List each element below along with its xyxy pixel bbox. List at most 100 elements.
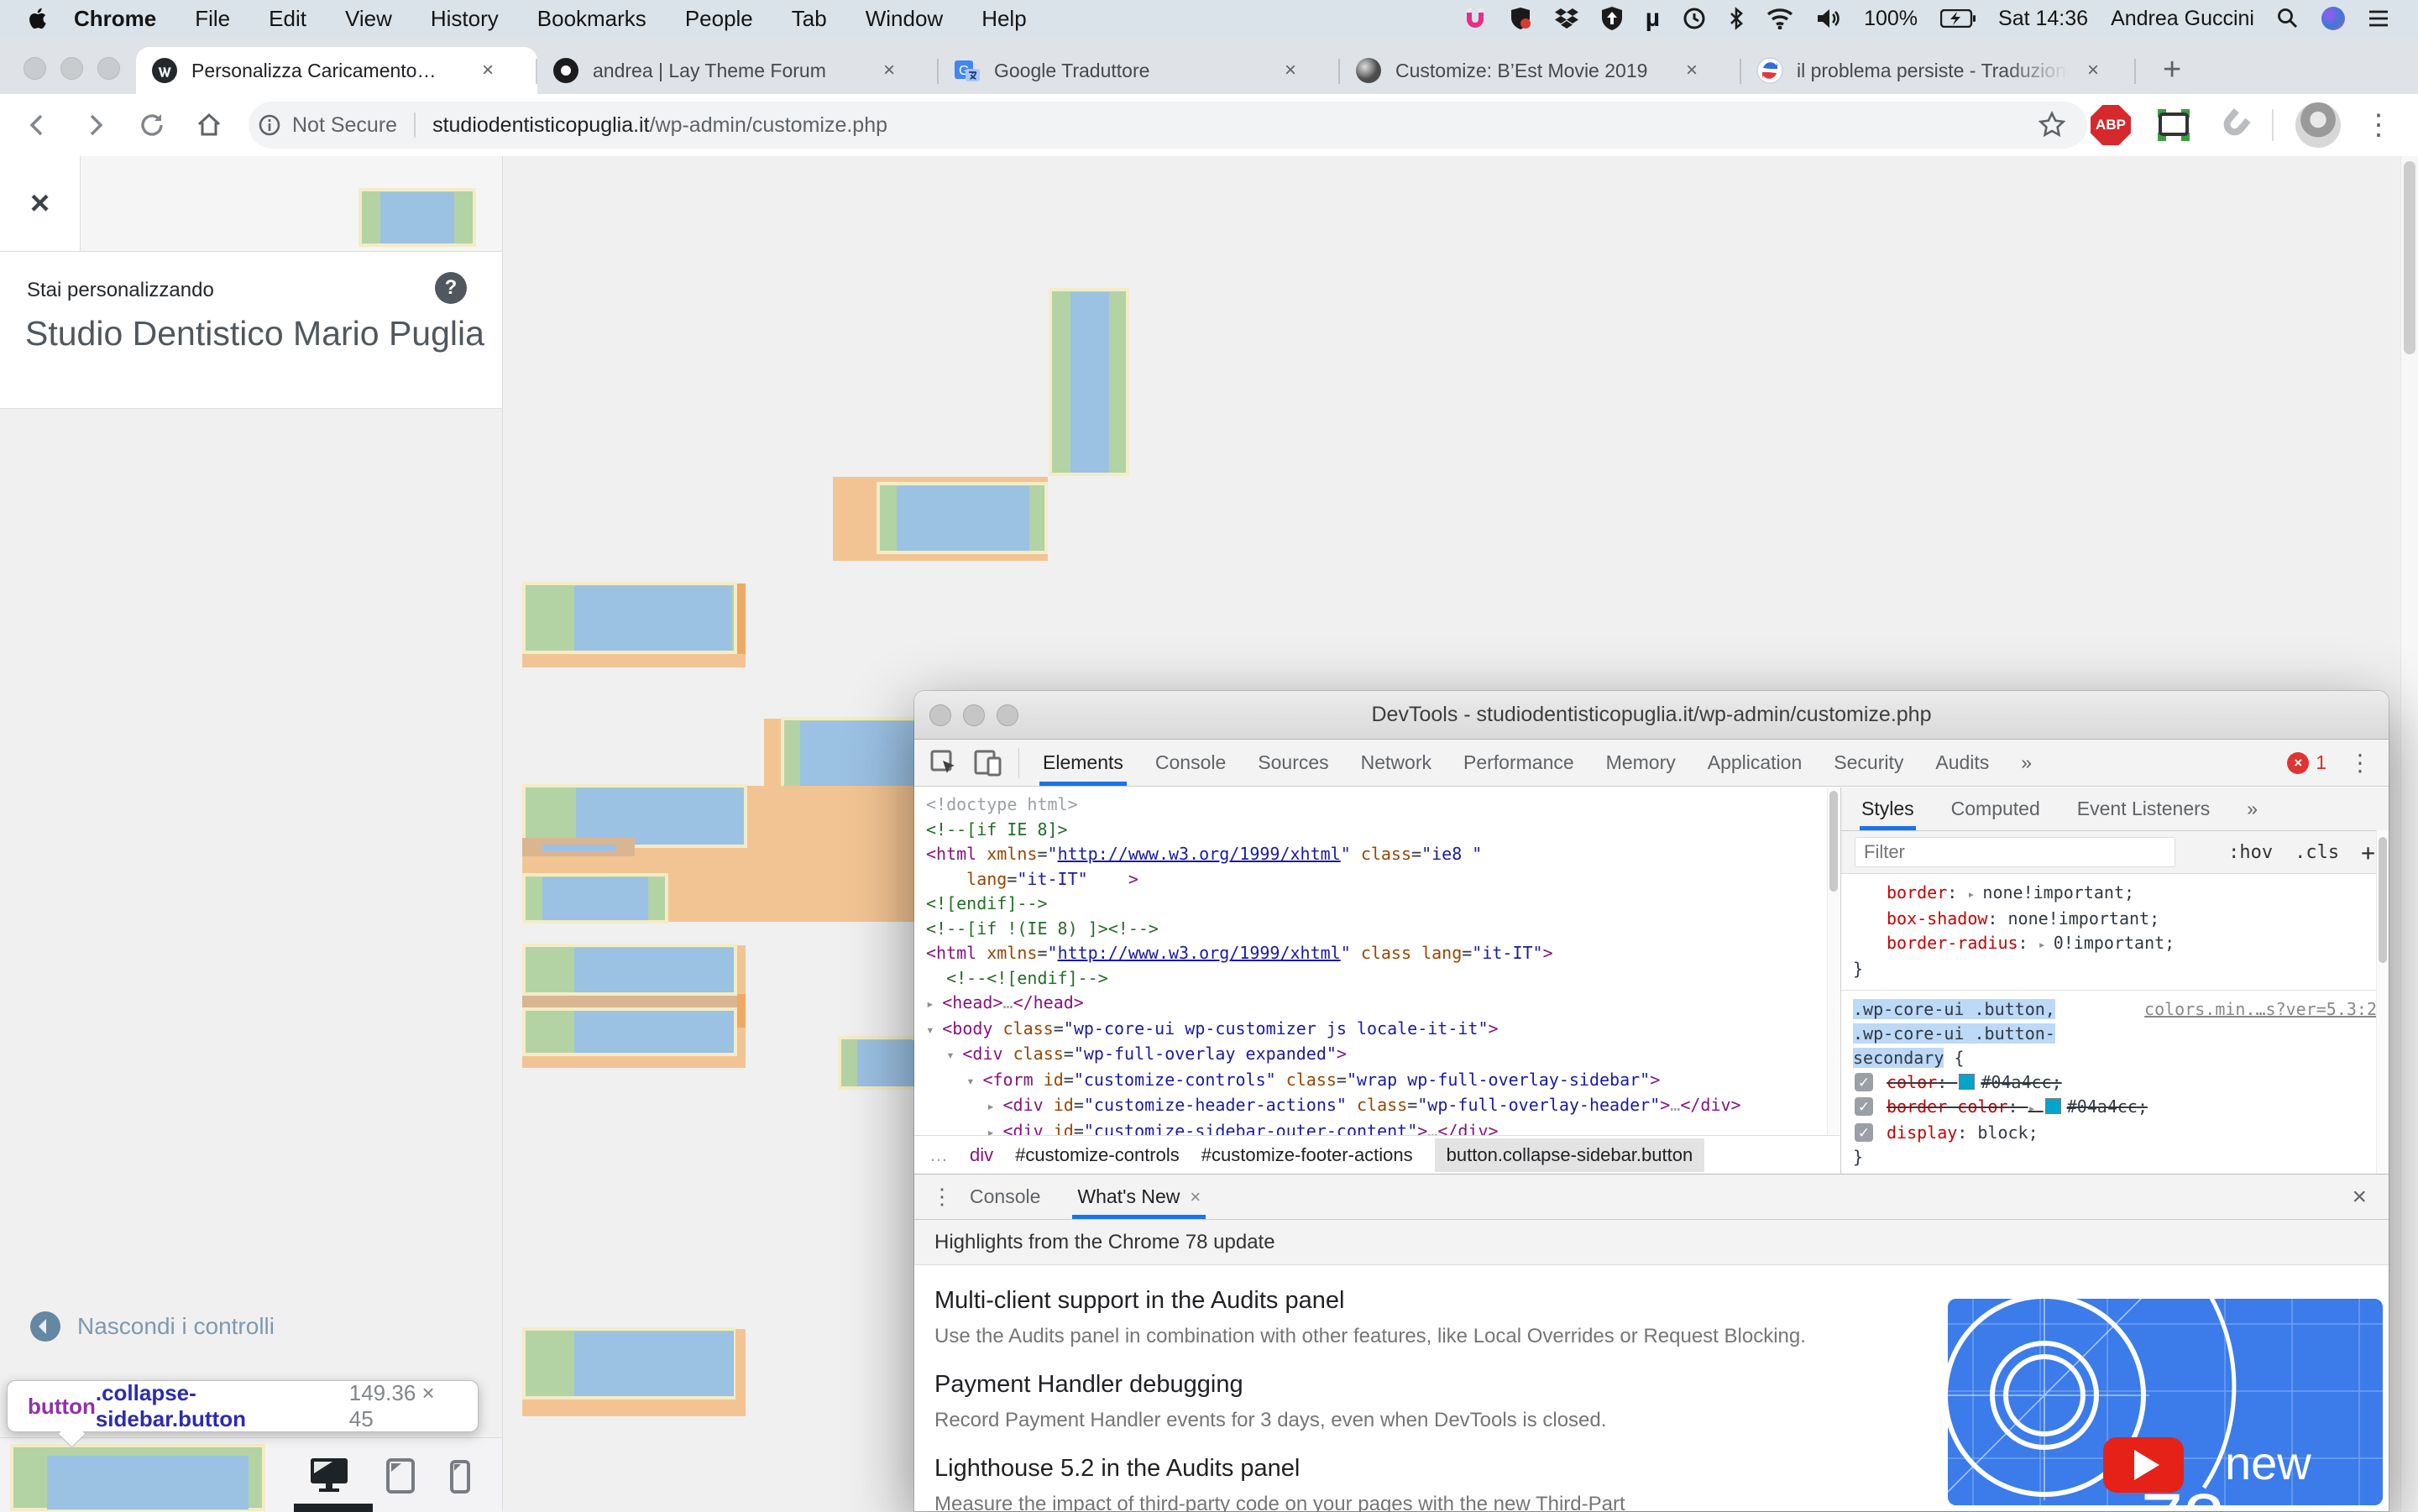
devtools-tab-application[interactable]: Application bbox=[1708, 740, 1803, 786]
devtools-title-bar[interactable]: DevTools - studiodentisticopuglia.it/wp-… bbox=[914, 691, 2389, 740]
menu-item-people[interactable]: People bbox=[685, 6, 753, 32]
devtools-tab-elements[interactable]: Elements bbox=[1039, 740, 1127, 786]
preview-tablet-icon[interactable] bbox=[386, 1458, 415, 1494]
menu-item-tab[interactable]: Tab bbox=[792, 6, 827, 32]
css-property[interactable]: box-shadow: none!important; bbox=[1853, 907, 2377, 931]
dom-tree-line[interactable]: <html xmlns="http://www.w3.org/1999/xhtm… bbox=[926, 842, 1741, 867]
color-swatch[interactable] bbox=[2044, 1098, 2061, 1114]
breadcrumb-item[interactable]: div bbox=[970, 1144, 993, 1166]
shield-upload-icon[interactable] bbox=[1601, 7, 1623, 30]
devtools-tab-audits[interactable]: Audits bbox=[1935, 740, 1989, 786]
drawer-tab-close-icon[interactable]: × bbox=[1190, 1186, 1201, 1208]
cls-toggle[interactable]: .cls bbox=[2295, 842, 2339, 863]
device-toolbar-icon[interactable] bbox=[973, 749, 1003, 777]
tab-close-icon[interactable]: × bbox=[883, 59, 895, 82]
reload-button[interactable] bbox=[133, 106, 171, 144]
siri-icon[interactable] bbox=[2321, 7, 2345, 30]
profile-avatar[interactable] bbox=[2295, 102, 2341, 148]
volume-icon[interactable] bbox=[1816, 8, 1841, 29]
dom-tree-line[interactable]: ▸ <div id="customize-header-actions" cla… bbox=[926, 1093, 1740, 1119]
apple-menu-icon[interactable] bbox=[29, 7, 49, 30]
css-rule-selected[interactable]: .wp-core-ui .button, colors.min.…s?ver=5.… bbox=[1841, 991, 2389, 1174]
dom-tree-line[interactable]: ▾ <body class="wp-core-ui wp-customizer … bbox=[926, 1017, 1741, 1043]
css-source-link[interactable]: colors.min.…s?ver=5.3:2 bbox=[2144, 997, 2377, 1022]
dropbox-icon[interactable] bbox=[1554, 8, 1578, 29]
inspect-element-icon[interactable] bbox=[929, 749, 958, 777]
screenshot-extension-icon[interactable] bbox=[2154, 106, 2193, 144]
back-button[interactable] bbox=[18, 106, 57, 144]
whats-new-item-title[interactable]: Lighthouse 5.2 in the Audits panel bbox=[934, 1455, 1942, 1483]
devtools-tab-network[interactable]: Network bbox=[1361, 740, 1431, 786]
whats-new-item-title[interactable]: Payment Handler debugging bbox=[934, 1371, 1942, 1399]
styles-tab-computed[interactable]: Computed bbox=[1951, 787, 2040, 830]
breadcrumb-item[interactable]: #customize-controls bbox=[1015, 1144, 1180, 1166]
styles-tab-[interactable]: » bbox=[2247, 787, 2258, 830]
tab-4[interactable]: Customize: B’Est Movie 2019 × bbox=[1340, 47, 1741, 94]
error-indicator[interactable]: × 1 bbox=[2287, 751, 2326, 774]
home-button[interactable] bbox=[190, 106, 228, 144]
magnet-extension-icon[interactable] bbox=[2216, 107, 2252, 143]
drawer-tab-whatsnew[interactable]: What's New × bbox=[1072, 1175, 1206, 1219]
tab-close-icon[interactable]: × bbox=[1285, 59, 1296, 82]
site-info-icon[interactable] bbox=[257, 112, 282, 138]
tab-close-icon[interactable]: × bbox=[2087, 59, 2099, 82]
collapse-sidebar-icon[interactable] bbox=[30, 1311, 60, 1342]
tab-2[interactable]: andrea | Lay Theme Forum × bbox=[537, 47, 939, 94]
styles-tab-eventlisteners[interactable]: Event Listeners bbox=[2077, 787, 2211, 830]
styles-tab-styles[interactable]: Styles bbox=[1860, 787, 1916, 830]
zoom-window-button[interactable] bbox=[97, 57, 120, 80]
notification-center-icon[interactable] bbox=[2368, 8, 2389, 29]
time-machine-icon[interactable] bbox=[1683, 7, 1706, 30]
css-property-checkbox[interactable]: ✓ bbox=[1855, 1073, 1873, 1091]
css-selector[interactable]: .wp-core-ui .button- bbox=[1853, 1022, 2377, 1046]
tab-1[interactable]: Personalizza Caricamento… × bbox=[136, 47, 537, 94]
minimize-window-button[interactable] bbox=[60, 57, 83, 80]
dom-tree-line[interactable]: ▸ <head>…</head> bbox=[926, 991, 1741, 1017]
adguard-icon[interactable] bbox=[1509, 7, 1532, 30]
close-window-button[interactable] bbox=[24, 57, 46, 80]
menu-item-history[interactable]: History bbox=[431, 6, 499, 32]
tab-close-icon[interactable]: × bbox=[1686, 59, 1698, 82]
devtools-tab-memory[interactable]: Memory bbox=[1606, 740, 1676, 786]
menu-item-window[interactable]: Window bbox=[866, 6, 943, 32]
dom-tree-line[interactable]: <![endif]--> bbox=[926, 892, 1741, 917]
menu-item-edit[interactable]: Edit bbox=[269, 6, 306, 32]
devtools-tab-[interactable]: » bbox=[2021, 740, 2032, 786]
styles-scrollbar-thumb[interactable] bbox=[2379, 837, 2387, 963]
adblock-plus-extension-icon[interactable]: ABP bbox=[2091, 105, 2131, 145]
dom-tree-line[interactable]: <!--<![endif]--> bbox=[926, 966, 1741, 991]
utorrent-icon[interactable]: µ bbox=[1646, 4, 1660, 33]
page-scrollbar[interactable] bbox=[2400, 156, 2418, 1511]
browser-menu-icon[interactable]: ⋮ bbox=[2364, 108, 2393, 142]
spotlight-icon[interactable] bbox=[2277, 8, 2299, 29]
dom-tree-line[interactable]: ▾ <form id="customize-controls" class="w… bbox=[926, 1068, 1741, 1094]
styles-scrollbar[interactable] bbox=[2376, 830, 2389, 1174]
hov-toggle[interactable]: :hov bbox=[2228, 842, 2273, 863]
elements-scrollbar[interactable] bbox=[1827, 787, 1840, 1135]
help-icon[interactable]: ? bbox=[435, 272, 467, 304]
css-rule-partial[interactable]: border: ▸ none!important; box-shadow: non… bbox=[1841, 874, 2389, 991]
css-property[interactable]: ✓ display: block; bbox=[1853, 1121, 2377, 1145]
page-scrollbar-thumb[interactable] bbox=[2404, 161, 2415, 354]
dom-tree-line[interactable]: lang="it-IT" > bbox=[926, 867, 1741, 892]
devtools-tab-sources[interactable]: Sources bbox=[1258, 740, 1328, 786]
menu-item-chrome[interactable]: Chrome bbox=[74, 6, 156, 32]
css-property-checkbox[interactable]: ✓ bbox=[1855, 1123, 1873, 1142]
elements-scrollbar-thumb[interactable] bbox=[1829, 791, 1838, 892]
drawer-tab-console[interactable]: Console bbox=[970, 1175, 1040, 1219]
user-menu[interactable]: Andrea Guccini bbox=[2111, 7, 2254, 31]
color-swatch[interactable] bbox=[1959, 1074, 1976, 1090]
preview-desktop-icon[interactable] bbox=[309, 1457, 349, 1494]
menu-item-bookmarks[interactable]: Bookmarks bbox=[537, 6, 646, 32]
collapse-sidebar-button[interactable]: Nascondi i controlli bbox=[77, 1313, 275, 1340]
breadcrumb-item[interactable]: #customize-footer-actions bbox=[1201, 1144, 1413, 1166]
new-tab-button[interactable]: + bbox=[2163, 54, 2181, 86]
window-controls[interactable] bbox=[24, 57, 120, 80]
dom-tree-line[interactable]: <html xmlns="http://www.w3.org/1999/xhtm… bbox=[926, 941, 1741, 966]
menu-item-view[interactable]: View bbox=[345, 6, 392, 32]
styles-filter-input[interactable] bbox=[1855, 837, 2175, 867]
devtools-tab-performance[interactable]: Performance bbox=[1463, 740, 1574, 786]
dom-tree-line[interactable]: ▸ <div id="customize-sidebar-outer-conte… bbox=[926, 1119, 1741, 1136]
devtools-close-button[interactable] bbox=[929, 704, 951, 726]
tab-close-icon[interactable]: × bbox=[482, 59, 494, 82]
